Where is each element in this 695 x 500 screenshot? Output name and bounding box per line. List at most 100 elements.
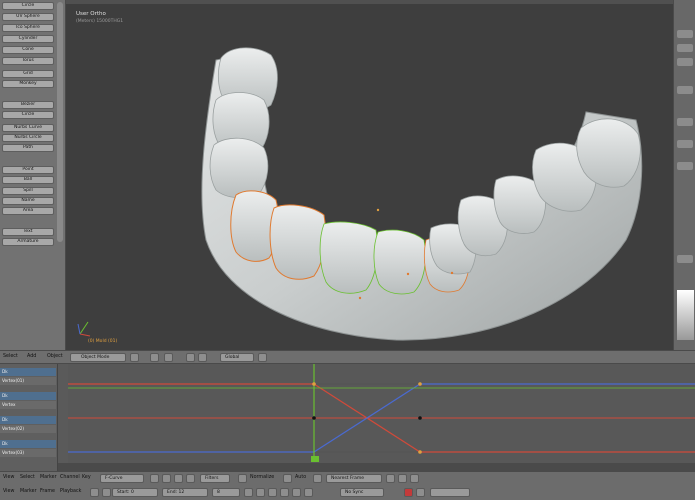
add-nurbs-curve-button[interactable]: Nurbs Curve	[2, 124, 54, 132]
editor-mode-dropdown[interactable]: F-Curve	[100, 474, 144, 483]
frame-ruler[interactable]	[58, 463, 695, 471]
add-monkey-button[interactable]: Monkey	[2, 80, 54, 88]
current-frame-marker[interactable]	[311, 456, 319, 462]
channel-menu[interactable]: Channel	[60, 475, 80, 480]
add-curve-circle-button[interactable]: Circle	[2, 111, 54, 119]
add-cylinder-button[interactable]: Cylinder	[2, 35, 54, 43]
add-spill-button[interactable]: Spill	[2, 187, 54, 195]
record-icon[interactable]	[404, 488, 413, 497]
3d-viewport[interactable]: User Ortho (Meters) 15000THG1 (0) Mold (…	[66, 0, 673, 350]
properties-tab-8[interactable]	[677, 255, 693, 263]
object-menu[interactable]: Object	[47, 354, 63, 359]
properties-tab-6[interactable]	[677, 140, 693, 148]
orientation-dropdown[interactable]: Global	[220, 353, 254, 362]
select-menu[interactable]: Select	[3, 354, 18, 359]
manipulator-rotate-icon[interactable]	[186, 353, 195, 362]
frame-menu[interactable]: Frame	[40, 489, 55, 494]
keying-set-dropdown[interactable]	[430, 488, 470, 497]
add-nurbs-circle-button[interactable]: Nurbs Circle	[2, 134, 54, 142]
channel-group[interactable]: Dk	[0, 392, 56, 400]
keyframe[interactable]	[418, 382, 422, 386]
add-name-button[interactable]: Name	[2, 197, 54, 205]
marker-menu[interactable]: Marker	[40, 475, 57, 480]
add-circle-button[interactable]: Circle	[2, 2, 54, 10]
only-selected-icon[interactable]	[150, 474, 159, 483]
prev-keyframe-icon[interactable]	[256, 488, 265, 497]
add-path-button[interactable]: Path	[2, 144, 54, 152]
keyframe[interactable]	[418, 416, 422, 420]
channel-item[interactable]: Vertex	[0, 401, 56, 409]
keying-set-icon[interactable]	[416, 488, 425, 497]
play-reverse-icon[interactable]	[268, 488, 277, 497]
tool-shelf-scrollbar[interactable]	[57, 2, 63, 242]
mode-dropdown[interactable]: Object Mode	[70, 353, 126, 362]
keyframe[interactable]	[312, 382, 316, 386]
add-uv-sphere-button[interactable]: UV Sphere	[2, 13, 54, 21]
curve-area[interactable]	[68, 364, 695, 471]
view-menu[interactable]: View	[3, 489, 14, 494]
add-ico-sphere-button[interactable]: Ico Sphere	[2, 24, 54, 32]
add-ball-button[interactable]: Ball	[2, 176, 54, 184]
hide-icon[interactable]	[162, 474, 171, 483]
copy-icon[interactable]	[398, 474, 407, 483]
properties-tab-4[interactable]	[677, 86, 693, 94]
manipulator-translate-icon[interactable]	[164, 353, 173, 362]
channel-group[interactable]: Dk	[0, 368, 56, 376]
graph-editor[interactable]: Dk Vertex(01) Dk Vertex Dk Vertex(02) Dk…	[0, 364, 695, 471]
auto-label: Auto	[295, 475, 307, 480]
properties-tab-2[interactable]	[677, 44, 693, 52]
channel-item[interactable]: Vertex(02)	[0, 425, 56, 433]
axis-y	[79, 321, 89, 335]
use-preview-icon[interactable]	[102, 488, 111, 497]
shading-sphere-icon[interactable]	[130, 353, 139, 362]
properties-tab-7[interactable]	[677, 162, 693, 170]
properties-tab-3[interactable]	[677, 58, 693, 66]
f-curves[interactable]	[68, 364, 695, 471]
filter-icon[interactable]	[186, 474, 195, 483]
add-armature-button[interactable]: Armature	[2, 238, 54, 246]
properties-tab-5[interactable]	[677, 118, 693, 126]
add-grid-button[interactable]: Grid	[2, 70, 54, 78]
sync-dropdown[interactable]: No Sync	[340, 488, 384, 497]
paste-icon[interactable]	[410, 474, 419, 483]
layer-icon[interactable]	[258, 353, 267, 362]
snap-icon[interactable]	[313, 474, 322, 483]
add-area-button[interactable]: Area	[2, 207, 54, 215]
filters-button[interactable]: Filters	[200, 474, 230, 483]
channel-item[interactable]: Vertex(01)	[0, 377, 56, 385]
add-bezier-button[interactable]: Bezier	[2, 101, 54, 109]
snap-dropdown[interactable]: Nearest Frame	[326, 474, 382, 483]
add-menu[interactable]: Add	[27, 354, 36, 359]
channel-item[interactable]: Vertex(03)	[0, 449, 56, 457]
current-frame-field[interactable]: 8	[212, 488, 240, 497]
pivot-point-icon[interactable]	[386, 474, 395, 483]
jump-start-icon[interactable]	[244, 488, 253, 497]
manipulator-scale-icon[interactable]	[198, 353, 207, 362]
normalize-checkbox[interactable]	[238, 474, 247, 483]
channel-list: Dk Vertex(01) Dk Vertex Dk Vertex(02) Dk…	[0, 364, 58, 471]
add-text-button[interactable]: Text	[2, 228, 54, 236]
view-menu[interactable]: View	[3, 475, 14, 480]
keyframe[interactable]	[418, 450, 422, 454]
play-icon[interactable]	[280, 488, 289, 497]
channel-group[interactable]: Dk	[0, 440, 56, 448]
ghost-icon[interactable]	[174, 474, 183, 483]
end-frame-field[interactable]: End: 12	[162, 488, 208, 497]
preview-range-icon[interactable]	[90, 488, 99, 497]
select-menu[interactable]: Select	[20, 475, 35, 480]
add-torus-button[interactable]: Torus	[2, 57, 54, 65]
add-point-button[interactable]: Point	[2, 166, 54, 174]
start-frame-field[interactable]: Start: 0	[112, 488, 158, 497]
channel-group[interactable]: Dk	[0, 416, 56, 424]
keyframe[interactable]	[312, 416, 316, 420]
dental-mold-model[interactable]	[66, 0, 673, 350]
marker-menu[interactable]: Marker	[20, 489, 37, 494]
properties-tab-1[interactable]	[677, 30, 693, 38]
add-cone-button[interactable]: Cone	[2, 46, 54, 54]
jump-end-icon[interactable]	[304, 488, 313, 497]
playback-menu[interactable]: Playback	[60, 489, 81, 494]
pivot-icon[interactable]	[150, 353, 159, 362]
key-menu[interactable]: Key	[82, 475, 91, 480]
auto-checkbox[interactable]	[283, 474, 292, 483]
next-keyframe-icon[interactable]	[292, 488, 301, 497]
